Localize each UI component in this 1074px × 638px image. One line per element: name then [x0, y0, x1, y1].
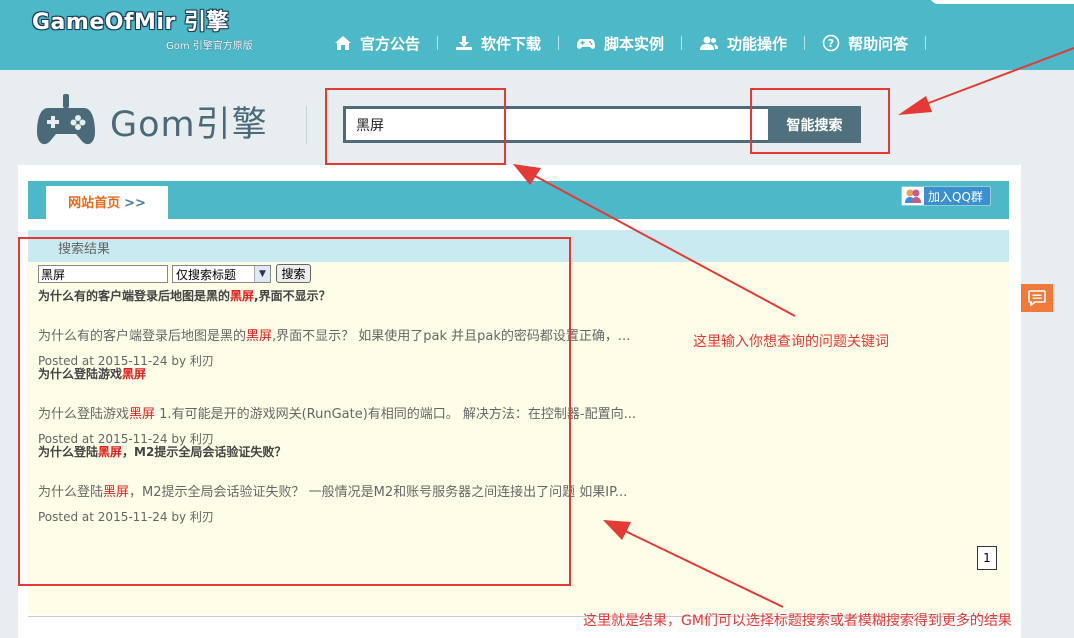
logo-divider [306, 106, 307, 144]
breadcrumb-home-tab[interactable]: 网站首页 >> [46, 186, 168, 219]
breadcrumb-bar [28, 181, 1009, 219]
nav-item-features[interactable]: 功能操作 [699, 33, 787, 54]
nav-divider [925, 36, 927, 50]
nav-divider [804, 36, 806, 50]
nav-divider [681, 36, 683, 50]
nav-label: 帮助问答 [848, 34, 909, 53]
top-banner: GameOfMir 引擎 Gom 引擎官方原版 官方公告 软件下载 脚本实例 功… [0, 0, 1074, 70]
annotation-result-hint: 这里就是结果，GM们可以选择标题搜索或者模糊搜索得到更多的结果 [583, 613, 1012, 629]
chat-icon [1028, 290, 1046, 306]
annotation-box-button [750, 88, 890, 154]
gamepad-icon [577, 39, 596, 49]
nav-divider [558, 36, 560, 50]
nav-item-downloads[interactable]: 软件下载 [455, 33, 541, 54]
annotation-keyword-hint: 这里输入你想查询的问题关键词 [693, 334, 889, 350]
brand[interactable]: GameOfMir 引擎 Gom 引擎官方原版 [32, 4, 253, 52]
qq-group-icon [902, 187, 924, 205]
download-icon [456, 36, 473, 50]
nav-label: 软件下载 [481, 34, 542, 53]
pagination-page-1[interactable]: 1 [977, 546, 997, 570]
home-icon [335, 36, 351, 50]
nav-label: 功能操作 [727, 34, 788, 53]
nav-item-scripts[interactable]: 脚本实例 [576, 33, 664, 54]
corner-tab [930, 0, 1074, 4]
nav-item-help[interactable]: ? 帮助问答 [822, 33, 908, 54]
nav-divider [437, 36, 439, 50]
breadcrumb-separator: >> [124, 196, 146, 211]
nav-label: 官方公告 [360, 34, 421, 53]
gamepad-icon [37, 94, 95, 145]
feedback-chat-button[interactable] [1021, 284, 1053, 312]
nav-label: 脚本实例 [604, 34, 665, 53]
site-logo[interactable]: Gom引擎 [36, 94, 268, 148]
brand-subtitle: Gom 引擎官方原版 [166, 41, 253, 52]
svg-text:?: ? [828, 37, 834, 50]
qq-button-label: 加入QQ群 [924, 187, 990, 205]
brand-title: GameOfMir 引擎 [32, 10, 229, 35]
users-icon [700, 36, 719, 50]
help-icon: ? [822, 34, 840, 52]
main-nav: 官方公告 软件下载 脚本实例 功能操作 ? 帮助问答 [334, 32, 943, 54]
join-qq-group-button[interactable]: 加入QQ群 [901, 186, 991, 206]
nav-item-announcements[interactable]: 官方公告 [334, 33, 420, 54]
annotation-box-search [325, 88, 506, 165]
logo-text: Gom引擎 [110, 104, 268, 145]
annotation-box-results [18, 237, 571, 586]
breadcrumb-home-label: 网站首页 [68, 196, 121, 211]
